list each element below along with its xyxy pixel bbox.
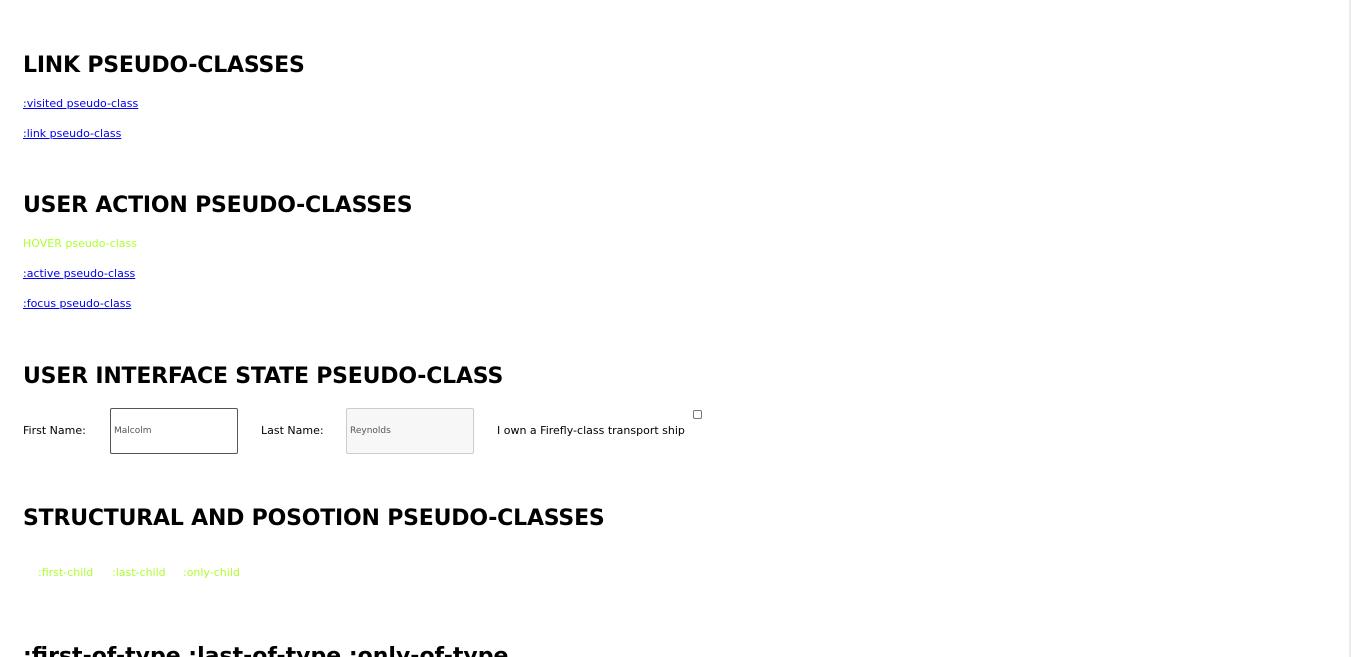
last-name-input[interactable] — [346, 408, 474, 454]
user-action-section-heading: USER ACTION PSEUDO-CLASSES — [23, 193, 413, 218]
focus-pseudo-class-link[interactable]: :focus pseudo-class — [23, 297, 131, 310]
hover-pseudo-class-link[interactable]: HOVER pseudo-class — [23, 237, 137, 250]
link-section-heading: LINK PSEUDO-CLASSES — [23, 53, 305, 78]
first-name-input[interactable] — [110, 408, 238, 454]
of-type-section-heading: :first-of-type :last-of-type :only-of-ty… — [23, 644, 509, 657]
visited-pseudo-class-link[interactable]: :visited pseudo-class — [23, 97, 138, 110]
structural-section-heading: STRUCTURAL AND POSOTION PSEUDO-CLASSES — [23, 506, 605, 531]
first-child-item: :first-child — [38, 566, 94, 579]
first-name-label: First Name: — [23, 424, 86, 437]
ui-state-section-heading: USER INTERFACE STATE PSEUDO-CLASS — [23, 364, 504, 389]
firefly-owner-label: I own a Firefly-class transport ship — [497, 424, 685, 437]
last-child-item: :last-child — [112, 566, 166, 579]
active-pseudo-class-link[interactable]: :active pseudo-class — [23, 267, 135, 280]
only-child-item: :only-child — [183, 566, 240, 579]
firefly-owner-checkbox[interactable] — [693, 410, 702, 419]
link-pseudo-class-link[interactable]: :link pseudo-class — [23, 127, 121, 140]
last-name-label: Last Name: — [261, 424, 324, 437]
page: LINK PSEUDO-CLASSES :visited pseudo-clas… — [0, 0, 1351, 657]
